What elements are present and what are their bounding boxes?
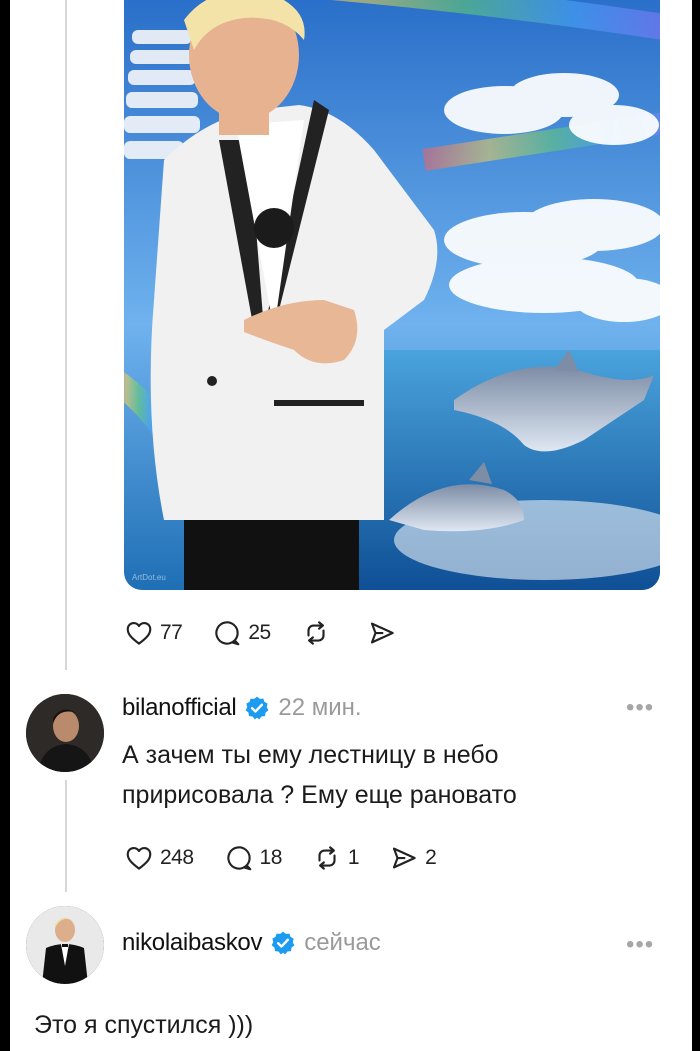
share-icon <box>393 847 416 869</box>
verified-icon <box>271 931 295 955</box>
comment-icon <box>215 621 240 646</box>
avatar-nikolaibaskov[interactable] <box>26 906 104 984</box>
repost-count: 1 <box>347 846 360 869</box>
heart-icon <box>126 846 152 870</box>
reply-count: 18 <box>259 846 283 869</box>
thread-line <box>65 780 67 892</box>
more-icon[interactable]: ••• <box>626 931 654 959</box>
username[interactable]: nikolaibaskov <box>122 929 262 957</box>
timestamp: сейчас <box>304 929 381 956</box>
post-image-art: ArtDot.eu <box>124 0 660 590</box>
share-button[interactable]: 2 <box>389 843 437 873</box>
share-button[interactable] <box>367 618 403 648</box>
like-button[interactable]: 248 <box>124 843 194 873</box>
screen: ArtDot.eu 77 25 bilanofficial 22 мин. ••… <box>0 0 700 1051</box>
comment-actions: 248 18 1 2 <box>124 843 466 873</box>
post-image[interactable]: ArtDot.eu <box>124 0 660 590</box>
comment-text: А зачем ты ему лестницу в небо пририсова… <box>122 741 517 809</box>
share-count: 2 <box>425 846 437 869</box>
reply-button[interactable]: 18 <box>224 843 282 873</box>
reply-count: 25 <box>248 621 271 644</box>
heart-icon <box>126 621 152 645</box>
comment-text: Это я спустился ))) <box>34 1011 254 1039</box>
like-button[interactable]: 77 <box>124 618 183 648</box>
thread-line <box>65 0 67 670</box>
comment-header: bilanofficial 22 мин. <box>122 694 362 722</box>
avatar-bilanofficial[interactable] <box>26 694 104 772</box>
share-icon <box>370 622 394 644</box>
more-icon[interactable]: ••• <box>626 694 654 722</box>
repost-icon <box>318 846 336 870</box>
avatar-image <box>26 906 104 984</box>
avatar-image <box>26 694 104 772</box>
comment-icon <box>226 846 251 871</box>
repost-icon <box>307 621 325 645</box>
repost-button[interactable] <box>301 618 337 648</box>
username[interactable]: bilanofficial <box>122 694 237 722</box>
comment-header: nikolaibaskov сейчас <box>122 929 381 957</box>
verified-icon <box>246 696 269 720</box>
post-actions: 77 25 <box>124 618 433 648</box>
watermark: ArtDot.eu <box>132 573 166 582</box>
timestamp: 22 мин. <box>278 694 362 721</box>
repost-button[interactable]: 1 <box>312 843 360 873</box>
like-count: 77 <box>160 621 183 644</box>
reply-button[interactable]: 25 <box>212 618 271 648</box>
like-count: 248 <box>160 846 194 869</box>
thread-panel: ArtDot.eu 77 25 bilanofficial 22 мин. ••… <box>10 0 692 1051</box>
